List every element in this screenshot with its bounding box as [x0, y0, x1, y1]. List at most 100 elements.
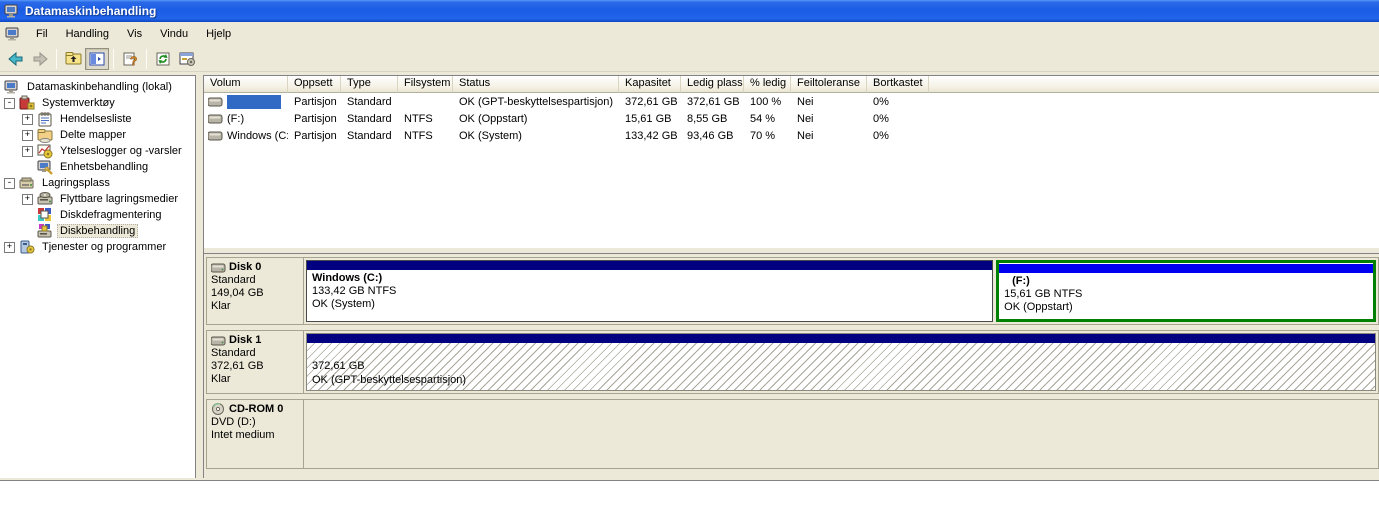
partition-name: (F:) — [1012, 275, 1030, 287]
menu-vindu[interactable]: Vindu — [151, 25, 197, 43]
toolbar-separator — [146, 48, 147, 69]
tree-item-event-viewer[interactable]: + Hendelsesliste — [0, 111, 195, 127]
tree-item-system-tools[interactable]: - Systemverktøy — [0, 95, 195, 111]
tree-item-storage[interactable]: - Lagringsplass — [0, 175, 195, 191]
column-header-ledig-plass[interactable]: Ledig plass — [681, 76, 744, 93]
help-icon: ? — [123, 51, 138, 67]
up-one-level-button[interactable] — [61, 48, 85, 70]
console-window-icon — [179, 51, 196, 67]
refresh-icon — [156, 51, 171, 67]
cell-feiltoleranse: Nei — [797, 95, 814, 108]
cell-volum: (F:) — [227, 112, 245, 125]
tree-item-computer-management-local[interactable]: Datamaskinbehandling (lokal) — [0, 79, 195, 95]
cell-ledig-plass: 8,55 GB — [687, 112, 728, 125]
forward-button[interactable] — [28, 48, 52, 70]
svg-text:?: ? — [130, 54, 137, 67]
disk-1-row: Disk 1 Standard 372,61 GB Klar 372,61 GB… — [206, 330, 1379, 394]
tree-item-label: Tjenester og programmer — [42, 241, 167, 253]
expand-box[interactable]: + — [4, 241, 15, 253]
collapse-box[interactable]: - — [4, 177, 15, 189]
volume-row-windows-c[interactable]: Windows (C:) Partisjon Standard NTFS OK … — [204, 127, 1379, 144]
cell-oppsett: Partisjon — [294, 112, 337, 125]
partition-size: 133,42 GB NTFS — [312, 285, 397, 297]
tree-item-label: Lagringsplass — [42, 177, 110, 189]
storage-icon — [19, 175, 35, 191]
tree-item-services-and-applications[interactable]: + Tjenester og programmer — [0, 239, 195, 255]
column-header-filsystem[interactable]: Filsystem — [398, 76, 453, 93]
tree-item-label: Enhetsbehandling — [60, 161, 149, 173]
help-button[interactable]: ? — [118, 48, 142, 70]
tree-item-removable-storage[interactable]: + Flyttbare lagringsmedier — [0, 191, 195, 207]
column-header-pct-ledig[interactable]: % ledig — [744, 76, 791, 93]
disk-0-row: Disk 0 Standard 149,04 GB Klar Windows (… — [206, 257, 1379, 325]
main-area: Datamaskinbehandling (lokal) - Systemver… — [0, 72, 1379, 478]
cell-pct-ledig: 100 % — [750, 95, 782, 108]
column-header-volum[interactable]: Volum — [204, 76, 288, 93]
hatched-selection-area: 372,61 GB OK (GPT-beskyttelsespartisjon) — [307, 343, 1375, 390]
tree-item-disk-defragmenter[interactable]: Diskdefragmentering — [0, 207, 195, 223]
column-header-bortkastet[interactable]: Bortkastet — [867, 76, 929, 93]
cell-volum: Windows (C:) — [227, 129, 288, 142]
window-title: Datamaskinbehandling — [25, 4, 157, 18]
console-tree: Datamaskinbehandling (lokal) - Systemver… — [0, 75, 196, 478]
cell-filsystem: NTFS — [404, 112, 433, 125]
menu-handling[interactable]: Handling — [57, 25, 118, 43]
disk-1-header[interactable]: Disk 1 Standard 372,61 GB Klar — [207, 331, 304, 393]
forward-icon — [32, 51, 48, 67]
column-header-type[interactable]: Type — [341, 76, 398, 93]
child-window-computer-icon[interactable] — [5, 26, 21, 42]
cell-feiltoleranse: Nei — [797, 129, 814, 142]
cell-type: Standard — [347, 112, 392, 125]
expand-box[interactable]: + — [22, 193, 33, 205]
refresh-button[interactable] — [151, 48, 175, 70]
expand-box[interactable]: + — [22, 113, 33, 125]
menu-fil[interactable]: Fil — [27, 25, 57, 43]
partition-windows-c[interactable]: Windows (C:) 133,42 GB NTFS OK (System) — [306, 260, 994, 322]
back-button[interactable] — [4, 48, 28, 70]
tree-item-shared-folders[interactable]: + Delte mapper — [0, 127, 195, 143]
performance-logs-icon — [37, 143, 53, 159]
cell-bortkastet: 0% — [873, 129, 889, 142]
console-window-button[interactable] — [175, 48, 199, 70]
computer-management-window: Datamaskinbehandling Fil Handling Vis Vi… — [0, 0, 1379, 481]
console-tree-panel-icon — [89, 52, 105, 66]
services-icon — [19, 239, 35, 255]
cell-oppsett: Partisjon — [294, 129, 337, 142]
column-header-filler — [929, 76, 1379, 93]
disk-0-header[interactable]: Disk 0 Standard 149,04 GB Klar — [207, 258, 304, 324]
cell-bortkastet: 0% — [873, 95, 889, 108]
volume-row-gpt[interactable]: Partisjon Standard OK (GPT-beskyttelsesp… — [204, 93, 1379, 110]
menu-vis[interactable]: Vis — [118, 25, 151, 43]
back-icon — [8, 51, 24, 67]
column-header-oppsett[interactable]: Oppsett — [288, 76, 341, 93]
column-header-kapasitet[interactable]: Kapasitet — [619, 76, 681, 93]
event-viewer-icon — [37, 111, 53, 127]
partition-gpt-protective[interactable]: 372,61 GB OK (GPT-beskyttelsespartisjon) — [306, 333, 1376, 391]
disk-management-icon — [37, 223, 53, 239]
tree-item-device-manager[interactable]: Enhetsbehandling — [0, 159, 195, 175]
disk-size: 149,04 GB — [211, 287, 264, 299]
primary-partition-stripe — [307, 334, 1375, 343]
partition-f-selected[interactable]: (F:) 15,61 GB NTFS OK (Oppstart) — [996, 260, 1376, 322]
tree-item-performance-logs[interactable]: + Ytelseslogger og -varsler — [0, 143, 195, 159]
partition-name: Windows (C:) — [312, 272, 383, 284]
column-header-feiltoleranse[interactable]: Feiltoleranse — [791, 76, 867, 93]
show-hide-console-tree-button[interactable] — [85, 47, 109, 70]
toolbar-separator — [113, 48, 114, 69]
volume-row-f[interactable]: (F:) Partisjon Standard NTFS OK (Oppstar… — [204, 110, 1379, 127]
cdrom-0-media-area — [304, 400, 1378, 468]
cell-status: OK (Oppstart) — [459, 112, 528, 125]
collapse-box[interactable]: - — [4, 97, 15, 109]
partition-status: OK (GPT-beskyttelsespartisjon) — [312, 374, 467, 386]
title-bar: Datamaskinbehandling — [0, 0, 1379, 22]
menu-hjelp[interactable]: Hjelp — [197, 25, 240, 43]
computer-icon — [4, 3, 20, 19]
expand-box[interactable]: + — [22, 129, 33, 141]
cdrom-0-header[interactable]: CD-ROM 0 DVD (D:) Intet medium — [207, 400, 304, 468]
volume-list-header: Volum Oppsett Type Filsystem Status Kapa… — [204, 76, 1379, 93]
shared-folders-icon — [37, 127, 53, 143]
tree-item-disk-management[interactable]: Diskbehandling — [0, 223, 195, 239]
logical-drive-stripe — [999, 264, 1373, 273]
expand-box[interactable]: + — [22, 145, 33, 157]
column-header-status[interactable]: Status — [453, 76, 619, 93]
